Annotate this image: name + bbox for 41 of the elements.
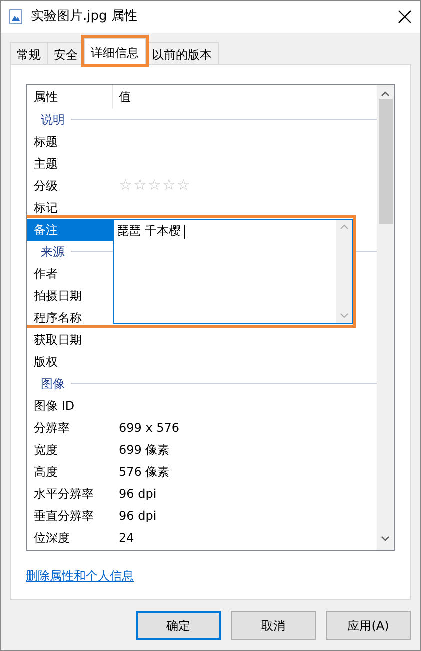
property-value: 96 dpi <box>118 508 157 525</box>
property-name[interactable]: 垂直分辨率 <box>27 504 113 527</box>
property-name[interactable]: 图像 ID <box>27 394 113 417</box>
window-title: 实验图片.jpg 属性 <box>31 8 138 26</box>
property-value: 96 dpi <box>118 486 157 503</box>
property-name[interactable]: 分辨率 <box>27 416 113 439</box>
scroll-up-icon[interactable] <box>381 90 390 97</box>
property-name[interactable]: 备注 <box>27 218 113 241</box>
property-name[interactable]: 作者 <box>27 262 113 285</box>
property-value: 576 像素 <box>118 464 170 481</box>
property-name[interactable]: 主题 <box>27 152 113 175</box>
dialog-button[interactable]: 确定 <box>136 611 221 640</box>
property-name[interactable]: 获取日期 <box>27 328 113 351</box>
property-name[interactable]: 分级 <box>27 174 113 197</box>
scrollbar-thumb[interactable] <box>378 98 392 224</box>
property-name[interactable]: 程序名称 <box>27 306 113 329</box>
column-header[interactable]: 属性 <box>34 88 58 106</box>
scroll-down-icon[interactable] <box>381 536 390 542</box>
remove-properties-link[interactable]: 删除属性和个人信息 <box>26 568 134 583</box>
property-name[interactable]: 位深度 <box>27 526 113 549</box>
property-value: 24 <box>118 530 134 547</box>
scrollbar[interactable] <box>377 84 394 550</box>
property-value: 699 x 576 <box>118 420 180 437</box>
tab[interactable]: 详细信息 <box>84 38 146 64</box>
property-name[interactable]: 宽度 <box>27 438 113 461</box>
property-value: 699 像素 <box>118 442 170 459</box>
property-name[interactable]: 高度 <box>27 460 113 483</box>
group-label: 图像 <box>40 376 65 393</box>
close-icon[interactable] <box>398 10 412 24</box>
property-name[interactable]: 水平分辨率 <box>27 482 113 505</box>
group-label: 来源 <box>40 244 65 261</box>
image-file-icon <box>9 8 23 25</box>
group-label: 说明 <box>40 112 65 129</box>
property-name[interactable]: 标记 <box>27 196 113 219</box>
property-name[interactable]: 版权 <box>27 350 113 373</box>
dialog-button[interactable]: 取消 <box>231 611 316 640</box>
column-header[interactable]: 值 <box>113 88 131 106</box>
tab[interactable]: 常规 <box>10 42 48 64</box>
dialog-button[interactable]: 应用(A) <box>326 611 411 640</box>
property-name[interactable]: 拍摄日期 <box>27 284 113 307</box>
property-name[interactable]: 标题 <box>27 130 113 153</box>
